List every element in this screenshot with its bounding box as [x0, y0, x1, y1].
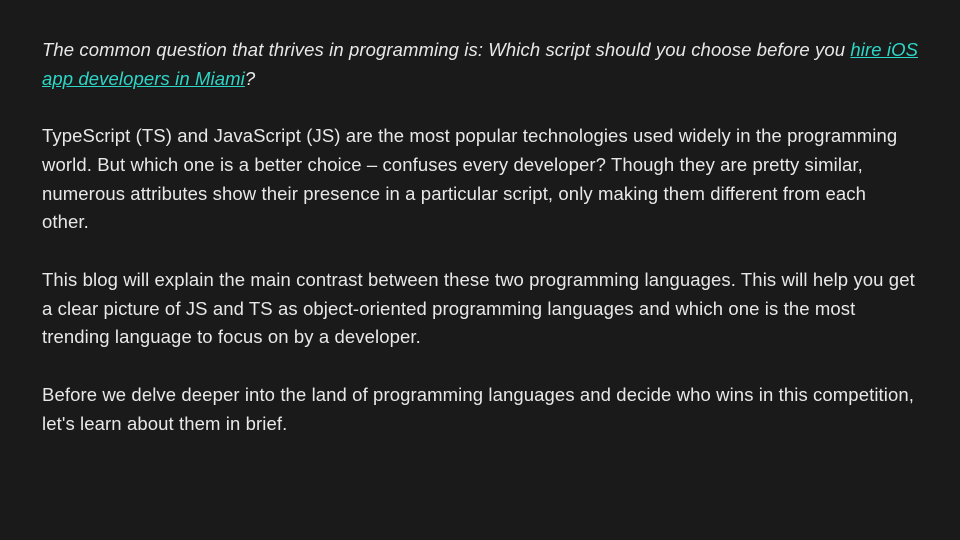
- body-paragraph-2: This blog will explain the main contrast…: [42, 266, 918, 352]
- intro-paragraph: The common question that thrives in prog…: [42, 36, 918, 93]
- body-paragraph-3: Before we delve deeper into the land of …: [42, 381, 918, 438]
- intro-text-post: ?: [245, 68, 255, 89]
- intro-text-pre: The common question that thrives in prog…: [42, 39, 850, 60]
- body-paragraph-1: TypeScript (TS) and JavaScript (JS) are …: [42, 122, 918, 237]
- article-body: The common question that thrives in prog…: [42, 36, 918, 438]
